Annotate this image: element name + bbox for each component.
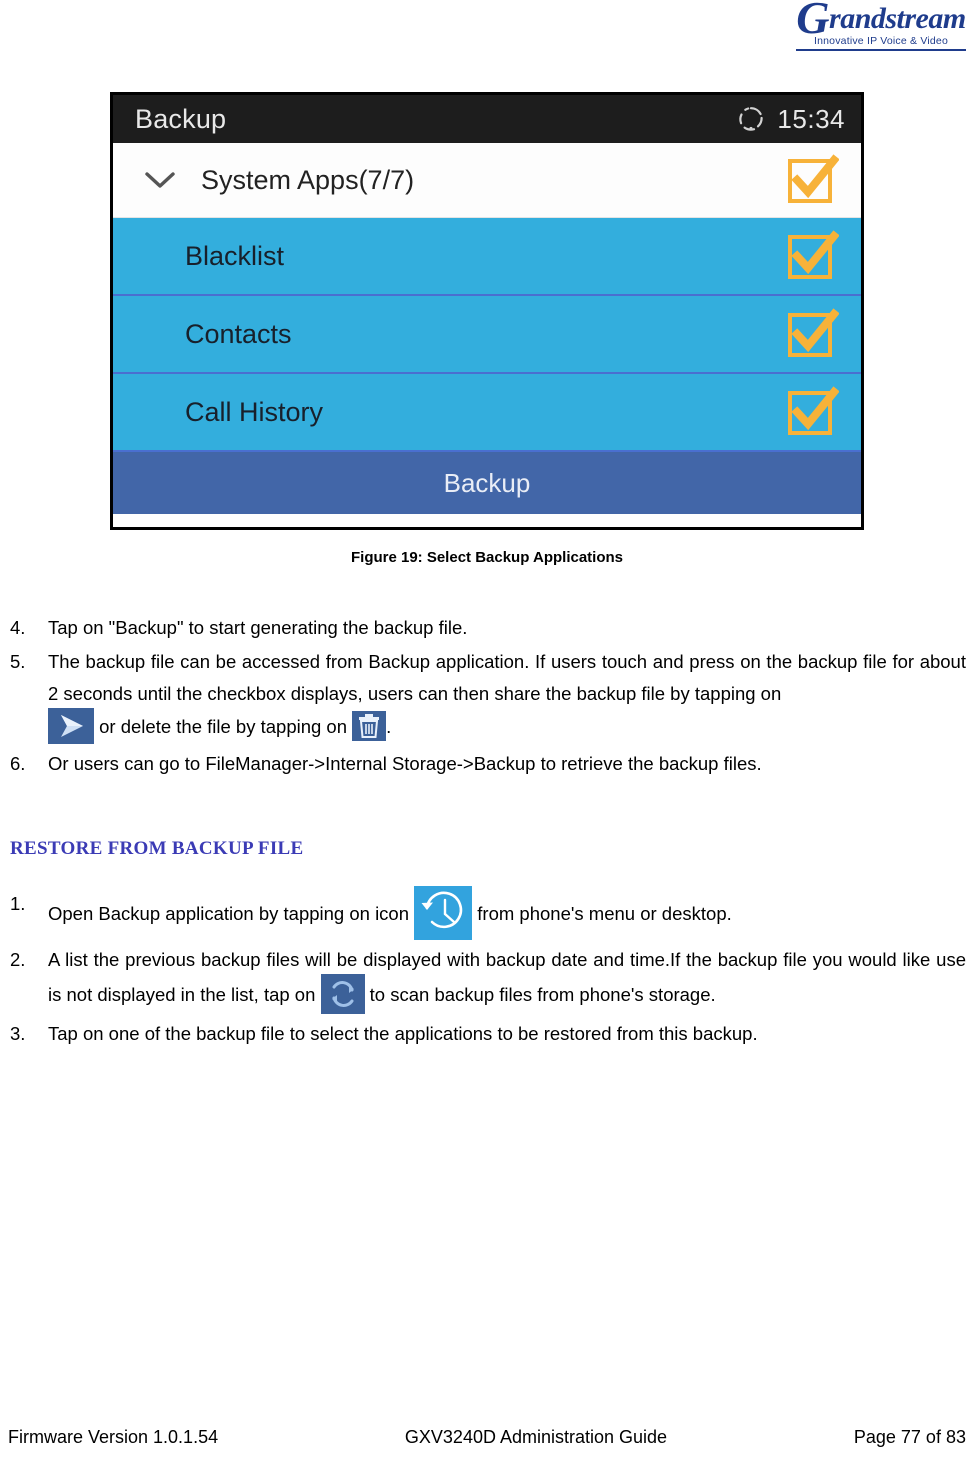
list-item: 1. Open Backup application by tapping on… [8, 886, 966, 942]
share-arrow-icon[interactable] [48, 708, 94, 744]
checkbox-checked-icon[interactable] [785, 307, 839, 361]
list-text: to scan backup files from phone's storag… [369, 983, 716, 1005]
page-header: Grandstream Innovative IP Voice & Video [0, 0, 974, 78]
document-content: 4. Tap on "Backup" to start generating t… [8, 612, 966, 1052]
history-clock-icon[interactable] [414, 886, 473, 940]
group-row-system-apps[interactable]: System Apps(7/7) [113, 143, 861, 218]
list-number: 6. [10, 753, 26, 774]
footer-firmware-version: Firmware Version 1.0.1.54 [8, 1427, 219, 1447]
figure-caption: Figure 19: Select Backup Applications [350, 549, 623, 566]
grandstream-logo: Grandstream Innovative IP Voice & Video [796, 0, 966, 51]
checkbox-checked-icon[interactable] [785, 385, 839, 439]
brand-wordmark: Grandstream [796, 0, 966, 41]
list-item: 3. Tap on one of the backup file to sele… [8, 1018, 966, 1050]
list-text: The backup file can be accessed from Bac… [48, 651, 966, 704]
brand-initial: G [796, 0, 830, 43]
list-text-tail: . [386, 715, 392, 737]
list-item-label: Blacklist [185, 240, 285, 271]
phone-statusbar: Backup 15:34 [113, 95, 861, 143]
list-text: Tap on one of the backup file to select … [48, 1023, 758, 1044]
list-text: Or users can go to FileManager->Internal… [48, 753, 762, 774]
backup-button[interactable]: Backup [113, 452, 861, 514]
footer-document-title: GXV3240D Administration Guide [404, 1427, 668, 1447]
list-text: or delete the file by tapping on [99, 715, 348, 737]
list-item-label: Call History [185, 396, 324, 427]
list-item: 5. The backup file can be accessed from … [8, 646, 966, 746]
list-item: 6. Or users can go to FileManager->Inter… [8, 748, 966, 780]
checkbox-checked-icon[interactable] [785, 153, 839, 207]
list-item: 2. A list the previous backup files will… [8, 944, 966, 1016]
trash-can-icon[interactable] [352, 711, 387, 741]
list-number: 1. [10, 893, 26, 914]
list-number: 5. [10, 651, 26, 672]
group-label: System Apps(7/7) [201, 164, 415, 195]
refresh-circle-icon[interactable] [320, 974, 365, 1014]
backup-steps-list: 4. Tap on "Backup" to start generating t… [8, 612, 966, 780]
page-footer: Firmware Version 1.0.1.54 GXV3240D Admin… [8, 1427, 966, 1448]
section-heading-restore: RESTORE FROM BACKUP FILE [10, 838, 304, 859]
list-number: 3. [10, 1023, 26, 1044]
list-item-label: Contacts [185, 318, 292, 349]
brand-underline [796, 48, 966, 51]
list-text: from phone's menu or desktop. [477, 902, 732, 924]
list-text: Open Backup application by tapping on ic… [48, 902, 410, 924]
brand-name: randstream [829, 2, 966, 35]
phone-clock: 15:34 [777, 103, 845, 134]
sync-circle-icon [737, 105, 765, 133]
phone-screenshot: Backup 15:34 System Apps(7/7) Blacklist … [110, 92, 864, 530]
table-row[interactable]: Blacklist [113, 218, 861, 296]
phone-app-title: Backup [135, 103, 227, 134]
restore-steps-list: 1. Open Backup application by tapping on… [8, 886, 966, 1050]
table-row[interactable]: Call History [113, 374, 861, 452]
list-text: Tap on "Backup" to start generating the … [48, 617, 468, 638]
list-item: 4. Tap on "Backup" to start generating t… [8, 612, 966, 644]
list-number: 4. [10, 617, 26, 638]
statusbar-right: 15:34 [737, 104, 845, 135]
footer-page-number: Page 77 of 83 [853, 1427, 966, 1447]
checkbox-checked-icon[interactable] [785, 229, 839, 283]
table-row[interactable]: Contacts [113, 296, 861, 374]
heading-spacer [8, 868, 966, 888]
chevron-down-icon[interactable] [143, 169, 177, 191]
list-number: 2. [10, 949, 26, 970]
